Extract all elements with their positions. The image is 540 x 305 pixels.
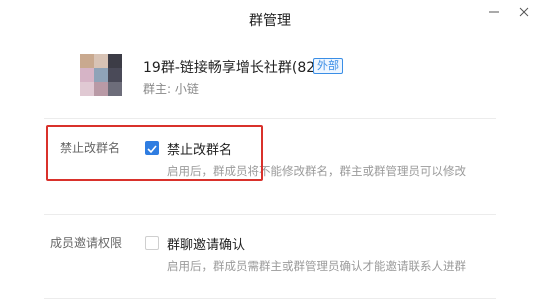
avatar-tile — [80, 68, 94, 82]
invite-confirm-description: 启用后，群成员需群主或群管理员确认才能邀请联系人进群 — [167, 259, 466, 273]
avatar-tile — [80, 54, 94, 68]
invite-confirm-checkbox[interactable] — [145, 236, 159, 250]
avatar-tile — [108, 82, 122, 96]
window-title: 群管理 — [249, 13, 291, 29]
minimize-button[interactable] — [486, 4, 502, 20]
group-avatar — [80, 54, 122, 96]
external-tag: 外部 — [313, 58, 343, 74]
close-button[interactable] — [516, 4, 532, 20]
minimize-icon — [489, 11, 499, 13]
divider — [44, 118, 496, 119]
avatar-tile — [80, 82, 94, 96]
group-owner: 群主: 小链 — [143, 82, 199, 96]
avatar-tile — [108, 68, 122, 82]
divider — [44, 298, 496, 299]
setting-label-invite: 成员邀请权限 — [50, 236, 123, 250]
close-icon — [519, 7, 529, 17]
avatar-tile — [108, 54, 122, 68]
divider — [44, 214, 496, 215]
avatar-tile — [94, 82, 108, 96]
avatar-tile — [94, 68, 108, 82]
annotation-highlight-box — [46, 125, 263, 181]
group-name: 19群-链接畅享增长社群(82) — [143, 60, 321, 76]
invite-confirm-label[interactable]: 群聊邀请确认 — [167, 234, 245, 253]
avatar-tile — [94, 54, 108, 68]
